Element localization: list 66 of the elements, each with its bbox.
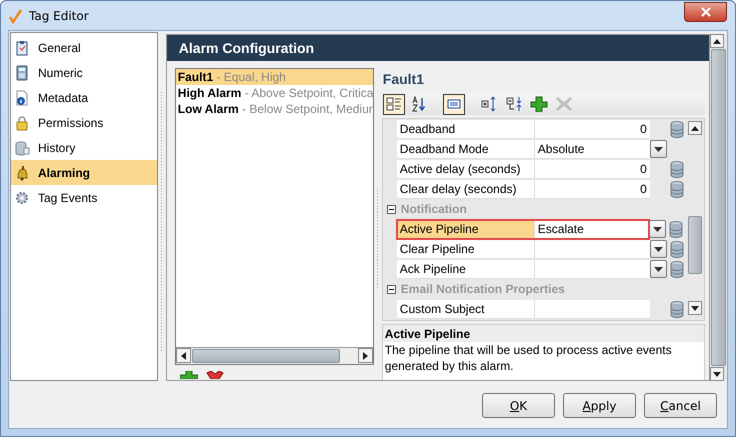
- database-icon[interactable]: [670, 180, 684, 198]
- caret-icon: [654, 266, 664, 272]
- collapse-toggle[interactable]: [386, 204, 396, 214]
- clipboard-icon: [14, 40, 30, 56]
- scroll-down-icon[interactable]: [713, 372, 722, 376]
- database-icon: [14, 140, 30, 156]
- category-label: Notification: [400, 202, 467, 216]
- info-icon: [14, 90, 30, 106]
- gear-icon: [14, 190, 30, 206]
- description-text: The pipeline that will be used to process active events generated by this alarm.: [384, 342, 673, 374]
- property-name[interactable]: Clear Pipeline: [396, 240, 535, 258]
- property-value[interactable]: 0: [534, 120, 650, 138]
- property-name[interactable]: Deadband: [396, 120, 535, 138]
- sidebar-item[interactable]: Numeric: [11, 60, 157, 85]
- property-value[interactable]: 0: [534, 180, 650, 198]
- property-name[interactable]: Active Pipeline: [396, 220, 535, 238]
- window-title: Tag Editor: [29, 8, 89, 22]
- sidebar-item[interactable]: Permissions: [11, 110, 157, 135]
- caret-icon: [653, 226, 662, 232]
- add-icon[interactable]: [180, 371, 198, 380]
- vertical-scrollbar[interactable]: [710, 34, 727, 381]
- caret-icon: [654, 146, 664, 152]
- sidebar-item[interactable]: Tag Events: [11, 185, 157, 210]
- ok-button[interactable]: OK: [482, 393, 555, 418]
- remove-icon[interactable]: [206, 371, 224, 380]
- close-button[interactable]: [684, 2, 727, 22]
- scroll-right-icon[interactable]: [362, 352, 368, 360]
- scroll-up-icon[interactable]: [691, 126, 700, 130]
- scroll-down-icon[interactable]: [691, 306, 700, 310]
- scroll-left-icon[interactable]: [180, 352, 186, 360]
- caret-icon: [654, 246, 664, 252]
- sidebar-item[interactable]: History: [11, 135, 157, 160]
- close-icon: [700, 6, 712, 18]
- collapse-toggle[interactable]: [386, 284, 396, 294]
- alarm-title: Fault1: [382, 70, 426, 89]
- cancel-button[interactable]: Cancel: [644, 393, 717, 418]
- dropdown-button[interactable]: [649, 220, 666, 238]
- panel-title: Alarm Configuration: [166, 35, 710, 61]
- dropdown-button[interactable]: [650, 260, 668, 278]
- property-value[interactable]: Absolute: [534, 140, 650, 158]
- property-name[interactable]: Active delay (seconds): [396, 160, 535, 178]
- property-name[interactable]: Custom Subject: [396, 300, 535, 318]
- property-name[interactable]: Deadband Mode: [396, 140, 535, 158]
- lock-icon: [14, 114, 30, 130]
- dropdown-button[interactable]: [650, 140, 668, 158]
- description-toggle-icon[interactable]: [442, 94, 465, 114]
- scroll-up-icon[interactable]: [713, 38, 722, 44]
- alarm-list-item[interactable]: Fault1 - Equal, High: [176, 69, 373, 85]
- property-name[interactable]: Clear delay (seconds): [396, 180, 535, 198]
- categorized-view-icon[interactable]: [382, 94, 405, 114]
- add-icon[interactable]: [528, 94, 550, 114]
- property-value[interactable]: Escalate: [534, 220, 649, 238]
- property-value[interactable]: 0: [534, 160, 650, 178]
- alarm-list-item[interactable]: Low Alarm - Below Setpoint, Mediur: [176, 101, 373, 117]
- calculator-icon: [14, 64, 30, 80]
- property-name[interactable]: Ack Pipeline: [396, 260, 535, 278]
- sidebar-item[interactable]: Alarming: [11, 160, 157, 185]
- apply-button[interactable]: Apply: [563, 393, 636, 418]
- dropdown-button[interactable]: [650, 240, 668, 258]
- category-label: Email Notification Properties: [400, 282, 565, 296]
- property-value[interactable]: [534, 240, 650, 258]
- horizontal-scrollbar[interactable]: [176, 347, 373, 364]
- database-icon[interactable]: [670, 300, 684, 318]
- description-title: Active Pipeline: [382, 325, 704, 342]
- sidebar-item[interactable]: General: [11, 35, 157, 60]
- sidebar-item[interactable]: Metadata: [11, 85, 157, 110]
